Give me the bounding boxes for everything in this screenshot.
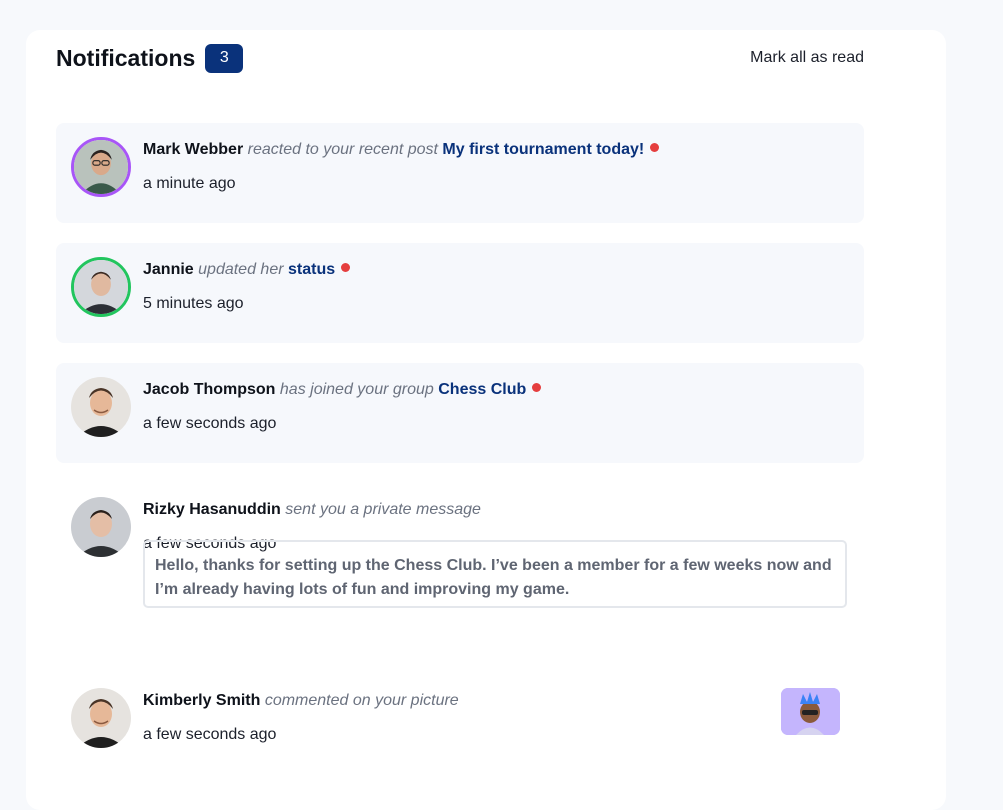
- notification-content: Jannie updated her status 5 minutes ago: [143, 259, 844, 313]
- unread-dot-icon: [341, 263, 351, 272]
- unread-count-badge: 3: [205, 43, 244, 73]
- unread-dot-icon: [532, 383, 542, 392]
- notification-item[interactable]: Mark Webber reacted to your recent post …: [56, 123, 864, 223]
- private-message-preview[interactable]: Hello, thanks for setting up the Chess C…: [143, 540, 847, 608]
- avatar[interactable]: [71, 137, 131, 197]
- mark-all-read-button[interactable]: Mark all as read: [750, 49, 864, 67]
- user-name-link[interactable]: Mark Webber: [143, 141, 243, 158]
- avatar[interactable]: [71, 497, 131, 557]
- notification-text: Mark Webber reacted to your recent post …: [143, 139, 844, 161]
- timestamp: a minute ago: [143, 175, 236, 192]
- timestamp: a few seconds ago: [143, 726, 277, 743]
- notification-text: Jannie updated her status: [143, 259, 844, 281]
- timestamp: 5 minutes ago: [143, 295, 244, 312]
- post-link[interactable]: My first tournament today!: [442, 141, 644, 158]
- timestamp: a few seconds ago: [143, 415, 277, 432]
- avatar[interactable]: [71, 688, 131, 748]
- user-name-link[interactable]: Rizky Hasanuddin: [143, 501, 281, 518]
- notification-action: sent you a private message: [285, 501, 481, 518]
- page-title: Notifications: [56, 44, 196, 71]
- notification-text: Jacob Thompson has joined your group Che…: [143, 379, 844, 401]
- notification-action: updated her: [198, 261, 284, 278]
- notification-text: Rizky Hasanuddin sent you a private mess…: [143, 499, 844, 521]
- unread-dot-icon: [650, 143, 660, 152]
- status-link[interactable]: status: [288, 261, 335, 278]
- notification-item[interactable]: Kimberly Smith commented on your picture…: [56, 674, 864, 774]
- notification-item[interactable]: Jannie updated her status 5 minutes ago: [56, 243, 864, 343]
- user-name-link[interactable]: Jannie: [143, 261, 194, 278]
- notification-item[interactable]: Jacob Thompson has joined your group Che…: [56, 363, 864, 463]
- avatar[interactable]: [71, 377, 131, 437]
- notification-content: Jacob Thompson has joined your group Che…: [143, 379, 844, 433]
- notification-action: has joined your group: [279, 381, 434, 398]
- notification-content: Mark Webber reacted to your recent post …: [143, 139, 844, 193]
- commented-picture-thumbnail[interactable]: [781, 688, 840, 735]
- user-name-link[interactable]: Jacob Thompson: [143, 381, 275, 398]
- avatar[interactable]: [71, 257, 131, 317]
- notification-action: reacted to your recent post: [247, 141, 438, 158]
- title-group: Notifications 3: [56, 43, 244, 73]
- user-name-link[interactable]: Kimberly Smith: [143, 692, 260, 709]
- group-link[interactable]: Chess Club: [438, 381, 526, 398]
- notification-action: commented on your picture: [264, 692, 459, 709]
- notifications-header: Notifications 3 Mark all as read: [56, 42, 864, 74]
- notification-content: Kimberly Smith commented on your picture…: [143, 690, 844, 744]
- notification-text: Kimberly Smith commented on your picture: [143, 690, 844, 712]
